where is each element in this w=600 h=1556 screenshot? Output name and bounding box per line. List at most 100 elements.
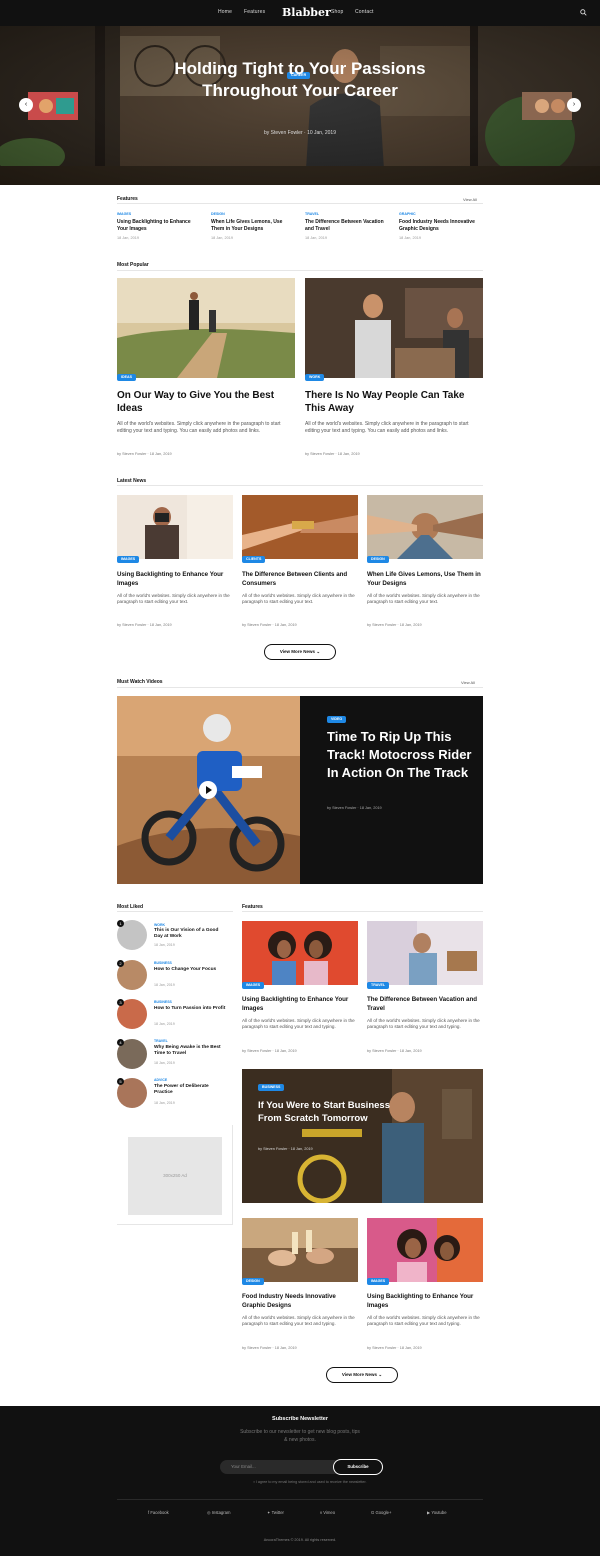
newsletter-consent[interactable]: ▪ I agree to my email being stored and u… (230, 1480, 390, 1484)
news-category-badge[interactable]: Clients (242, 556, 266, 563)
site-logo[interactable]: Blabber (282, 6, 331, 19)
most-liked-category[interactable]: Business (154, 1000, 172, 1004)
chevron-down-icon: ⌄ (316, 649, 321, 654)
feature-strip-category[interactable]: Travel (305, 212, 319, 216)
play-button[interactable] (199, 781, 217, 799)
popular-card-image[interactable] (305, 278, 483, 378)
feature-card-meta: by Steven Fowler · 18 Jan, 2019 (367, 1346, 422, 1350)
feature-wide-category-badge[interactable]: Business (258, 1084, 285, 1091)
feature-card-image[interactable] (242, 1218, 358, 1282)
feature-strip-title[interactable]: The Difference Between Vacation and Trav… (305, 219, 385, 233)
nav-home[interactable]: Home (218, 9, 232, 15)
feature-card-excerpt: All of the world's websites. Simply clic… (242, 1315, 355, 1327)
feature-card-image[interactable] (242, 921, 358, 985)
popular-category-badge[interactable]: Ideas (117, 374, 136, 381)
news-card-excerpt: All of the world's websites. Simply clic… (242, 593, 355, 605)
feature-strip-title[interactable]: Using Backlighting to Enhance Your Image… (117, 219, 197, 233)
nav-features[interactable]: Features (244, 9, 265, 15)
news-card-image[interactable] (242, 495, 358, 559)
divider (117, 687, 483, 688)
features-strip-view-all[interactable]: View All (463, 197, 477, 202)
most-liked-title: Most Liked (117, 904, 144, 910)
most-liked-title[interactable]: This is Our Vision of a Good Day at Work (154, 928, 226, 940)
search-icon[interactable] (580, 9, 587, 16)
news-card-image[interactable] (367, 495, 483, 559)
feature-strip-date: 18 Jan, 2019 (399, 236, 421, 240)
hero-prev-button[interactable]: ‹ (19, 98, 33, 112)
feature-category-badge[interactable]: Travel (367, 982, 390, 989)
social-google[interactable]: G Google+ (371, 1510, 391, 1515)
divider (117, 911, 233, 912)
news-card-title[interactable]: When Life Gives Lemons, Use Them in Your… (367, 571, 481, 588)
consent-label: I agree to my email being stored and use… (255, 1480, 367, 1484)
feature-card-title[interactable]: Using Backlighting to Enhance Your Image… (242, 996, 356, 1013)
social-label: Google+ (375, 1510, 392, 1515)
popular-card-title[interactable]: There Is No Way People Can Take This Awa… (305, 389, 480, 415)
feature-strip-category[interactable]: Design (211, 212, 225, 216)
most-liked-title[interactable]: How to Turn Passion into Profit (154, 1006, 226, 1012)
features-strip-title: Features (117, 196, 138, 202)
divider (117, 485, 483, 486)
hero-title[interactable]: Holding Tight to Your Passions Throughou… (130, 58, 470, 102)
popular-card-title[interactable]: On Our Way to Give You the Best Ideas (117, 389, 292, 415)
checkbox-icon[interactable]: ▪ (253, 1480, 254, 1484)
feature-category-badge[interactable]: Images (367, 1278, 390, 1285)
feature-category-badge[interactable]: Images (242, 982, 265, 989)
most-liked-title[interactable]: The Power of Deliberate Practice (154, 1084, 226, 1096)
social-instagram[interactable]: ◎ Instagram (207, 1510, 230, 1515)
feature-card-title[interactable]: The Difference Between Vacation and Trav… (367, 996, 481, 1013)
feature-strip-category[interactable]: Images (117, 212, 131, 216)
view-more-news-button[interactable]: View More News ⌄ (264, 644, 336, 660)
newsletter-description: Subscribe to our newsletter to get new b… (240, 1429, 360, 1443)
feature-strip-title[interactable]: Food Industry Needs Innovative Graphic D… (399, 219, 479, 233)
feature-card-title[interactable]: Food Industry Needs Innovative Graphic D… (242, 1293, 356, 1310)
popular-card-excerpt: All of the world's websites. Simply clic… (117, 421, 281, 434)
feature-wide-title[interactable]: If You Were to Start Business From Scrat… (258, 1099, 398, 1125)
most-liked-category[interactable]: Advice (154, 1078, 167, 1082)
feature-wide-meta: by Steven Fowler · 18 Jan, 2019 (258, 1147, 313, 1151)
social-label: Instagram (211, 1510, 231, 1515)
video-category-badge[interactable]: Video (327, 716, 347, 723)
popular-category-badge[interactable]: Work (305, 374, 325, 381)
popular-card-image[interactable] (117, 278, 295, 378)
news-category-badge[interactable]: Images (117, 556, 140, 563)
hero-next-button[interactable]: › (567, 98, 581, 112)
social-label: Vimeo (323, 1510, 336, 1515)
chevron-left-icon: ‹ (24, 101, 28, 108)
video-headline[interactable]: Time To Rip Up This Track! Motocross Rid… (327, 728, 477, 782)
most-liked-title[interactable]: Why Being Awake is the Best Time to Trav… (154, 1045, 226, 1057)
hero-meta: by Steven Fowler · 10 Jan, 2019 (264, 130, 336, 136)
hero-prev-thumbnail[interactable] (28, 92, 78, 120)
ad-placeholder[interactable]: 300x250 Ad (128, 1137, 222, 1215)
social-facebook[interactable]: f Facebook (148, 1510, 169, 1515)
most-liked-category[interactable]: Work (154, 923, 165, 927)
social-vimeo[interactable]: v Vimeo (320, 1510, 335, 1515)
social-twitter[interactable]: ✦ Twitter (267, 1510, 284, 1515)
most-liked-category[interactable]: Business (154, 961, 172, 965)
feature-card-image[interactable] (367, 1218, 483, 1282)
news-card-meta: by Steven Fowler · 18 Jan, 2019 (367, 623, 422, 627)
videos-view-all[interactable]: View All (461, 680, 475, 685)
nav-contact[interactable]: Contact (355, 9, 374, 15)
feature-card-title[interactable]: Using Backlighting to Enhance Your Image… (367, 1293, 481, 1310)
most-liked-category[interactable]: Travel (154, 1039, 168, 1043)
twitter-icon: ✦ (267, 1510, 271, 1515)
most-liked-title[interactable]: How to Change Your Focus (154, 967, 226, 973)
divider (242, 911, 483, 912)
video-meta: by Steven Fowler · 18 Jan, 2019 (327, 806, 382, 810)
feature-strip-category[interactable]: Graphic (399, 212, 416, 216)
view-more-features-button[interactable]: View More News ⌄ (326, 1367, 398, 1383)
social-youtube[interactable]: ▶ Youtube (427, 1510, 447, 1515)
news-card-title[interactable]: The Difference Between Clients and Consu… (242, 571, 356, 588)
news-card-image[interactable] (117, 495, 233, 559)
news-card-title[interactable]: Using Backlighting to Enhance Your Image… (117, 571, 231, 588)
news-category-badge[interactable]: Design (367, 556, 389, 563)
feature-card-image[interactable] (367, 921, 483, 985)
subscribe-button[interactable]: Subscribe (333, 1459, 383, 1475)
hero-next-thumbnail[interactable] (522, 92, 572, 120)
feature-strip-title[interactable]: When Life Gives Lemons, Use Them in Your… (211, 219, 291, 233)
nav-shop[interactable]: Shop (331, 9, 343, 15)
feature-category-badge[interactable]: Design (242, 1278, 264, 1285)
feature-card-meta: by Steven Fowler · 18 Jan, 2019 (242, 1049, 297, 1053)
social-label: Twitter (271, 1510, 284, 1515)
